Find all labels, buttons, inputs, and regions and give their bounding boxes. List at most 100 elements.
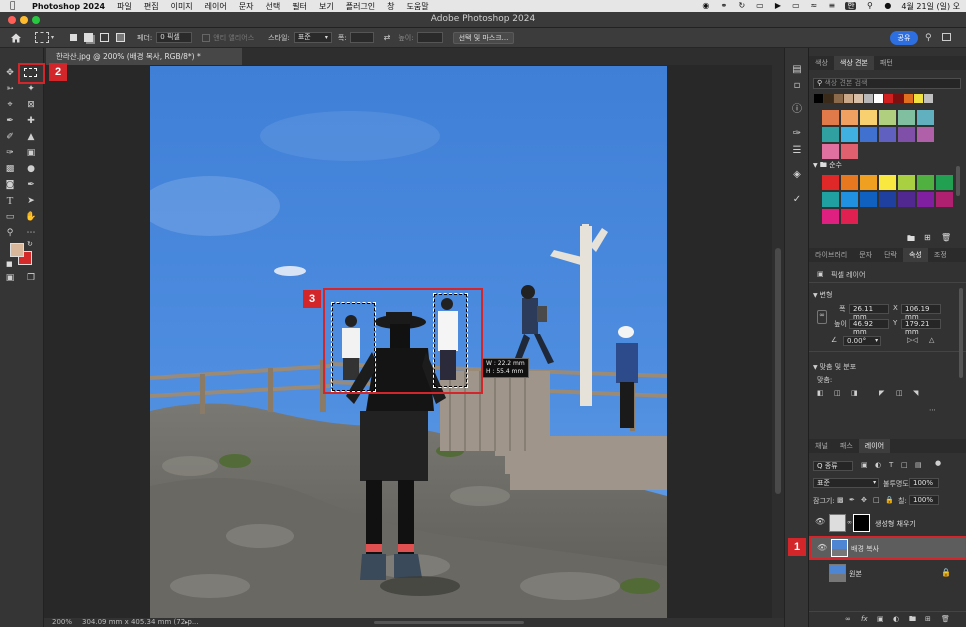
height-input[interactable] bbox=[416, 32, 443, 43]
new-layer-icon[interactable]: ⊞ bbox=[925, 615, 931, 623]
properties-scrollbar[interactable] bbox=[959, 288, 963, 378]
object-select-tool-icon[interactable]: ✦ bbox=[24, 83, 38, 95]
quick-mask-icon[interactable]: ▣ bbox=[3, 272, 17, 284]
color-swatch[interactable] bbox=[914, 94, 923, 103]
display-icon[interactable]: ▭ bbox=[755, 2, 764, 10]
history-brush-tool-icon[interactable]: ✑ bbox=[3, 147, 17, 159]
zoom-level[interactable]: 200% bbox=[52, 618, 72, 627]
eraser-tool-icon[interactable]: ▣ bbox=[24, 147, 38, 159]
color-swatch[interactable] bbox=[860, 175, 877, 190]
swatches-scrollbar[interactable] bbox=[956, 166, 960, 196]
intersect-selection-icon[interactable] bbox=[116, 33, 126, 42]
color-swatch[interactable] bbox=[844, 94, 853, 103]
color-swatch[interactable] bbox=[917, 110, 934, 125]
home-icon[interactable] bbox=[9, 31, 23, 45]
rotation-angle-input[interactable]: 0.00° ▾ bbox=[843, 336, 881, 346]
adjustment-layer-icon[interactable]: ◐ bbox=[893, 615, 899, 623]
dodge-tool-icon[interactable]: ◙ bbox=[3, 179, 17, 191]
menu-file[interactable]: 파일 bbox=[117, 1, 132, 12]
color-swatch[interactable] bbox=[917, 127, 934, 142]
healing-brush-tool-icon[interactable]: ✚ bbox=[24, 115, 38, 127]
frame-tool-icon[interactable]: ⊠ bbox=[24, 99, 38, 111]
color-swatch[interactable] bbox=[824, 94, 833, 103]
align-section-header[interactable]: ▼ 맞춤 및 분포 bbox=[813, 362, 856, 372]
opacity-input[interactable]: 100% bbox=[909, 478, 939, 488]
lock-position-icon[interactable]: ✥ bbox=[861, 496, 867, 504]
visibility-eye-icon[interactable]: 👁 bbox=[815, 518, 825, 526]
link-dimensions-icon[interactable]: ∞ bbox=[817, 310, 827, 324]
brush-settings-icon[interactable]: ✑ bbox=[791, 128, 803, 140]
visibility-eye-icon[interactable]: 👁 bbox=[817, 544, 827, 552]
color-swatch[interactable] bbox=[898, 175, 915, 190]
document-tab[interactable]: 한라산.jpg @ 200% (배경 복사, RGB/8*) * bbox=[46, 48, 242, 65]
color-swatch[interactable] bbox=[841, 209, 858, 224]
wifi-icon[interactable]: ≈ bbox=[809, 2, 818, 10]
align-center-h-icon[interactable]: ◫ bbox=[834, 389, 841, 397]
layer-row-generative-fill[interactable]: 👁 ∞ 생성형 채우기 bbox=[809, 511, 966, 535]
screen-mode-icon[interactable]: ❐ bbox=[24, 272, 38, 284]
feather-input[interactable]: 0 픽셀 bbox=[156, 32, 193, 43]
color-swatch[interactable] bbox=[898, 192, 915, 207]
select-and-mask-button[interactable]: 선택 및 마스크... bbox=[452, 31, 515, 44]
delete-layer-icon[interactable]: 🗑 bbox=[941, 615, 950, 623]
color-swatch[interactable] bbox=[822, 209, 839, 224]
color-swatch[interactable] bbox=[884, 94, 893, 103]
crop-tool-icon[interactable]: ⌖ bbox=[3, 99, 17, 111]
menu-plugins[interactable]: 플러그인 bbox=[346, 1, 375, 12]
type-tool-icon[interactable]: T bbox=[3, 195, 17, 207]
tab-color[interactable]: 색상 bbox=[809, 56, 834, 70]
lock-all-icon[interactable]: 🔒 bbox=[885, 496, 894, 504]
color-swatch[interactable] bbox=[814, 94, 823, 103]
add-mask-icon[interactable]: ▣ bbox=[877, 615, 884, 623]
swap-colors-icon[interactable]: ↻ bbox=[27, 240, 33, 248]
color-swatch[interactable] bbox=[917, 192, 934, 207]
transform-section-header[interactable]: ▼ 변형 bbox=[813, 290, 832, 300]
align-left-icon[interactable]: ◧ bbox=[817, 389, 824, 397]
color-swatch[interactable] bbox=[894, 94, 903, 103]
color-swatch[interactable] bbox=[860, 127, 877, 142]
color-swatch[interactable] bbox=[874, 94, 883, 103]
tab-properties[interactable]: 속성 bbox=[902, 248, 928, 262]
menu-view[interactable]: 보기 bbox=[319, 1, 334, 12]
color-swatch[interactable] bbox=[898, 127, 915, 142]
canvas-vertical-scrollbar[interactable] bbox=[772, 65, 784, 618]
chevron-down-icon[interactable]: ▾ bbox=[51, 34, 54, 41]
tab-patterns[interactable]: 패턴 bbox=[874, 56, 899, 70]
more-options-icon[interactable]: ⋯ bbox=[929, 406, 936, 414]
rectangle-tool-icon[interactable]: ▭ bbox=[3, 211, 17, 223]
tab-channels[interactable]: 채널 bbox=[809, 439, 834, 453]
align-middle-v-icon[interactable]: ◫ bbox=[896, 389, 903, 397]
input-source-indicator[interactable]: 한 bbox=[845, 2, 857, 10]
search-icon[interactable]: ⚲ bbox=[925, 33, 932, 43]
pen-tool-icon[interactable]: ✒ bbox=[24, 179, 38, 191]
history-icon[interactable]: ▤ bbox=[791, 64, 803, 76]
color-swatch[interactable] bbox=[879, 192, 896, 207]
filter-adjustment-icon[interactable]: ◐ bbox=[875, 461, 881, 469]
menu-filter[interactable]: 필터 bbox=[292, 1, 307, 12]
visibility-eye-off-icon[interactable] bbox=[815, 568, 825, 576]
menu-image[interactable]: 이미지 bbox=[171, 1, 193, 12]
menu-select[interactable]: 선택 bbox=[266, 1, 281, 12]
color-swatch[interactable] bbox=[860, 192, 877, 207]
lasso-tool-icon[interactable]: ➳ bbox=[3, 83, 17, 95]
color-swatch[interactable] bbox=[841, 110, 858, 125]
canvas-horizontal-scrollbar[interactable] bbox=[374, 621, 524, 624]
delete-swatch-icon[interactable]: 🗑 bbox=[941, 233, 951, 242]
color-swatch[interactable] bbox=[936, 192, 953, 207]
new-group-icon[interactable]: 🖿 bbox=[907, 233, 915, 247]
record-icon[interactable]: ◉ bbox=[701, 2, 710, 10]
color-swatch[interactable] bbox=[841, 127, 858, 142]
transform-w-input[interactable]: 26.11 mm bbox=[849, 304, 889, 321]
clone-stamp-tool-icon[interactable]: ▲ bbox=[24, 131, 38, 143]
color-swatch[interactable] bbox=[864, 94, 873, 103]
workspace-icon[interactable] bbox=[942, 33, 951, 41]
layer-row-background-copy[interactable]: 👁 배경 복사 bbox=[809, 536, 966, 560]
layer-row-original[interactable]: 원본 🔒 bbox=[809, 561, 966, 585]
menu-help[interactable]: 도움말 bbox=[407, 1, 429, 12]
link-layers-icon[interactable]: ∞ bbox=[845, 615, 851, 623]
menu-window[interactable]: 창 bbox=[387, 1, 394, 12]
align-right-icon[interactable]: ◨ bbox=[851, 389, 858, 397]
zoom-tool-icon[interactable]: ⚲ bbox=[3, 227, 17, 239]
move-tool-icon[interactable]: ✥ bbox=[3, 67, 17, 79]
marquee-preset-icon[interactable] bbox=[35, 32, 49, 43]
